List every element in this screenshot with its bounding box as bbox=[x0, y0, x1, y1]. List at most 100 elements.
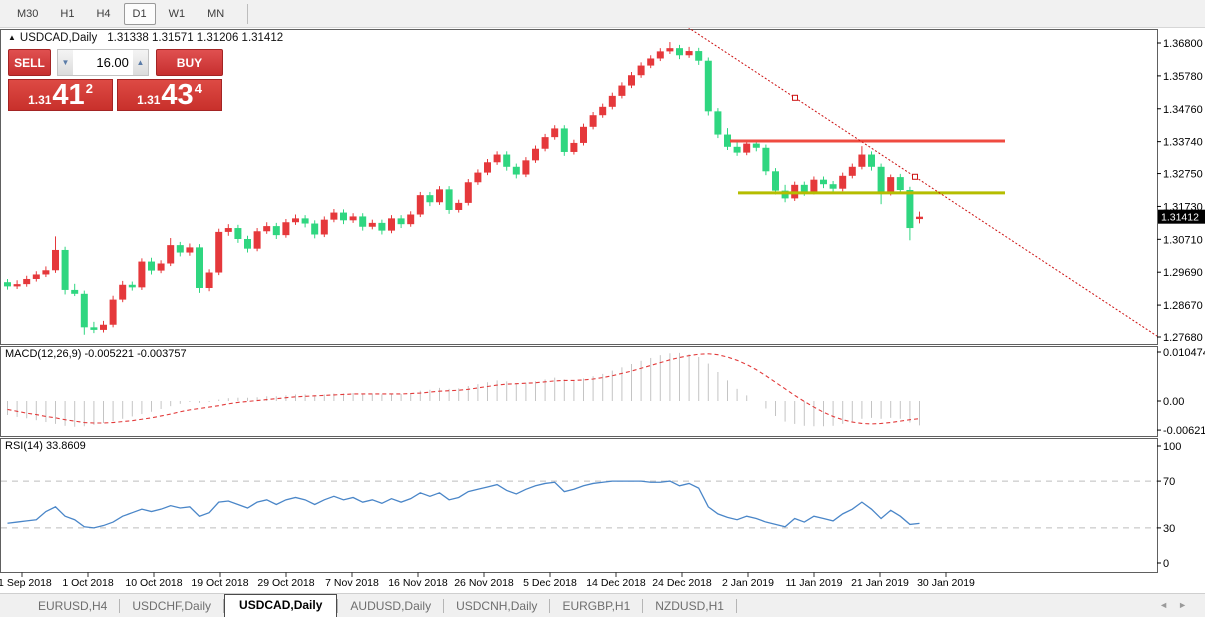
date-axis-label: 26 Nov 2018 bbox=[454, 577, 514, 589]
candle-bear bbox=[62, 250, 69, 290]
rsi-axis-label: 30 bbox=[1163, 523, 1175, 535]
candle-bull bbox=[225, 228, 232, 232]
volume-decrease-button[interactable]: ▼ bbox=[58, 50, 73, 75]
candle-bull bbox=[110, 300, 117, 325]
volume-spinner: ▼ ▲ bbox=[57, 49, 149, 76]
timeframe-button-h4[interactable]: H4 bbox=[87, 3, 119, 25]
candle-bear bbox=[695, 51, 702, 61]
sell-button[interactable]: SELL bbox=[8, 49, 51, 76]
sell-price-prefix: 1.31 bbox=[28, 93, 51, 107]
buy-button[interactable]: BUY bbox=[156, 49, 223, 76]
date-axis-label: 16 Nov 2018 bbox=[388, 577, 448, 589]
chart-tab-eurusd-h4[interactable]: EURUSD,H4 bbox=[26, 596, 119, 617]
sell-price-sup: 2 bbox=[86, 83, 93, 95]
candle-bear bbox=[705, 61, 712, 112]
candle-bull bbox=[167, 245, 174, 263]
timeframe-toolbar: M30H1H4D1W1MN bbox=[0, 0, 1205, 28]
tabs-scroll-right-icon[interactable]: ► bbox=[1178, 600, 1197, 610]
candle-bear bbox=[302, 218, 309, 223]
chart-symbol-header: ▲USDCAD,Daily1.31338 1.31571 1.31206 1.3… bbox=[8, 32, 283, 44]
candle-bull bbox=[33, 274, 40, 279]
timeframe-button-h1[interactable]: H1 bbox=[51, 3, 83, 25]
rsi-axis-label: 100 bbox=[1163, 441, 1181, 453]
candle-bull bbox=[551, 128, 558, 137]
buy-price-box[interactable]: 1.31 43 4 bbox=[117, 79, 222, 111]
date-axis-label: 7 Nov 2018 bbox=[325, 577, 379, 589]
candle-bull bbox=[542, 137, 549, 149]
macd-panel bbox=[1, 347, 1158, 437]
candle-bull bbox=[263, 226, 270, 231]
candle-bear bbox=[830, 184, 837, 189]
candle-bull bbox=[609, 96, 616, 107]
candle-bull bbox=[455, 203, 462, 210]
candle-bull bbox=[839, 176, 846, 189]
candle-bear bbox=[724, 135, 731, 147]
current-price-label: 1.31412 bbox=[1161, 212, 1199, 224]
candle-bear bbox=[734, 147, 741, 153]
candle-bear bbox=[234, 228, 241, 239]
timeframe-button-m30[interactable]: M30 bbox=[8, 3, 47, 25]
price-axis-label: 1.36800 bbox=[1163, 38, 1203, 50]
sell-price-big: 41 bbox=[52, 81, 84, 109]
timeframe-button-mn[interactable]: MN bbox=[198, 3, 233, 25]
rsi-axis-label: 0 bbox=[1163, 558, 1169, 570]
candle-bull bbox=[206, 273, 213, 288]
buy-price-sup: 4 bbox=[195, 83, 202, 95]
macd-axis-label: -0.006218 bbox=[1163, 425, 1205, 437]
candle-bear bbox=[148, 262, 155, 271]
candle-bull bbox=[186, 247, 193, 252]
trendline-anchor-marker[interactable] bbox=[913, 174, 918, 179]
chart-tab-nzdusd-h1[interactable]: NZDUSD,H1 bbox=[643, 596, 736, 617]
chart-tab-usdcnh-daily[interactable]: USDCNH,Daily bbox=[444, 596, 549, 617]
chart-canvas[interactable]: 1.368001.357801.347601.337401.327501.317… bbox=[0, 28, 1205, 593]
collapse-panel-icon[interactable]: ▲ bbox=[8, 33, 16, 42]
price-axis-label: 1.34760 bbox=[1163, 104, 1203, 116]
chart-tab-usdcad-daily[interactable]: USDCAD,Daily bbox=[224, 594, 337, 617]
volume-increase-button[interactable]: ▲ bbox=[133, 50, 148, 75]
sell-price-box[interactable]: 1.31 41 2 bbox=[8, 79, 113, 111]
candle-bear bbox=[359, 216, 366, 226]
candle-bear bbox=[244, 239, 251, 249]
candle-bull bbox=[628, 75, 635, 85]
candle-bull bbox=[215, 232, 222, 273]
chart-tab-audusd-daily[interactable]: AUDUSD,Daily bbox=[338, 596, 443, 617]
candle-bull bbox=[647, 58, 654, 65]
price-axis-label: 1.29690 bbox=[1163, 267, 1203, 279]
candle-bull bbox=[522, 160, 529, 174]
symbol-tabbar: EURUSD,H4USDCHF,DailyUSDCAD,DailyAUDUSD,… bbox=[0, 593, 1205, 617]
tabs-scroll-left-icon[interactable]: ◄ bbox=[1159, 600, 1178, 610]
candle-bull bbox=[657, 51, 664, 58]
volume-input[interactable] bbox=[73, 50, 133, 75]
trendline-anchor-marker[interactable] bbox=[793, 95, 798, 100]
candle-bear bbox=[446, 189, 453, 210]
date-axis-label: 24 Dec 2018 bbox=[652, 577, 712, 589]
candle-bear bbox=[868, 155, 875, 167]
candle-bull bbox=[810, 180, 817, 192]
rsi-panel bbox=[1, 439, 1158, 573]
candle-bear bbox=[753, 144, 760, 148]
candle-bull bbox=[570, 143, 577, 152]
price-axis-label: 1.28670 bbox=[1163, 300, 1203, 312]
date-axis-label: 10 Oct 2018 bbox=[125, 577, 182, 589]
candle-bull bbox=[436, 189, 443, 202]
candle-bull bbox=[14, 284, 21, 286]
candle-bull bbox=[849, 167, 856, 176]
price-axis-label: 1.33740 bbox=[1163, 137, 1203, 149]
candle-bull bbox=[417, 195, 424, 214]
candle-bull bbox=[580, 127, 587, 143]
chart-tab-usdchf-daily[interactable]: USDCHF,Daily bbox=[120, 596, 223, 617]
chart-tab-eurgbp-h1[interactable]: EURGBP,H1 bbox=[550, 596, 642, 617]
candle-bull bbox=[743, 144, 750, 153]
macd-indicator-label: MACD(12,26,9) -0.005221 -0.003757 bbox=[5, 348, 187, 360]
candle-bull bbox=[138, 262, 145, 288]
macd-axis-label: 0.00 bbox=[1163, 396, 1184, 408]
candle-bull bbox=[407, 215, 414, 225]
timeframe-button-w1[interactable]: W1 bbox=[160, 3, 195, 25]
timeframe-button-d1[interactable]: D1 bbox=[124, 3, 156, 25]
date-axis-label: 11 Jan 2019 bbox=[785, 577, 842, 589]
date-axis-label: 21 Jan 2019 bbox=[851, 577, 909, 589]
candle-bear bbox=[772, 171, 779, 190]
candle-bull bbox=[916, 217, 923, 219]
candle-bear bbox=[897, 177, 904, 190]
candle-bear bbox=[762, 148, 769, 172]
